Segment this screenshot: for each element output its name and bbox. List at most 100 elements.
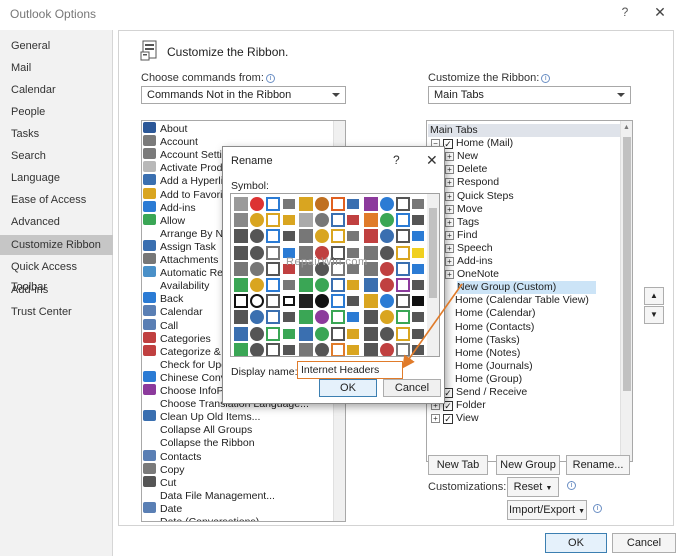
symbol-icon[interactable] bbox=[363, 326, 378, 341]
list-item[interactable]: Availability bbox=[143, 279, 209, 292]
list-item[interactable]: Categorize & M bbox=[143, 344, 232, 358]
list-item[interactable]: Add a Hyperlin bbox=[143, 174, 229, 187]
help-button[interactable]: ? bbox=[616, 5, 634, 21]
expand-icon[interactable]: + bbox=[431, 414, 440, 424]
symbol-icon[interactable] bbox=[396, 326, 410, 341]
list-item[interactable]: Call bbox=[143, 318, 178, 332]
tree-item[interactable]: New Group (Custom) bbox=[457, 281, 597, 295]
symbol-icon[interactable] bbox=[298, 294, 313, 309]
tree-item[interactable]: + Speech bbox=[445, 242, 493, 255]
tree-item[interactable]: + New bbox=[445, 150, 478, 163]
symbol-icon[interactable] bbox=[250, 326, 265, 341]
symbol-icon[interactable] bbox=[347, 296, 360, 307]
symbol-icon[interactable] bbox=[266, 310, 281, 325]
tree-scrollbar[interactable]: ▲ bbox=[620, 121, 632, 461]
symbol-icon[interactable] bbox=[331, 294, 346, 309]
expand-icon[interactable]: + bbox=[445, 217, 454, 227]
symbol-icon[interactable] bbox=[347, 199, 360, 209]
new-group-button[interactable]: New Group bbox=[496, 455, 560, 475]
symbol-icon[interactable] bbox=[298, 197, 313, 211]
symbol-icon[interactable] bbox=[347, 312, 360, 323]
symbol-icon[interactable] bbox=[234, 261, 248, 276]
tree-item[interactable]: Home (Calendar Table View) bbox=[455, 294, 589, 307]
nav-item-customize-ribbon[interactable]: Customize Ribbon bbox=[0, 235, 113, 255]
nav-item-search[interactable]: Search bbox=[0, 146, 113, 166]
move-up-button[interactable]: ▲ bbox=[644, 287, 664, 305]
symbol-icon[interactable] bbox=[315, 342, 329, 356]
tree-item[interactable]: + Add-ins bbox=[445, 255, 493, 268]
symbol-icon[interactable] bbox=[250, 245, 265, 260]
expand-icon[interactable]: + bbox=[445, 152, 454, 162]
symbol-icon[interactable] bbox=[331, 310, 346, 325]
symbol-scroll-thumb[interactable] bbox=[429, 208, 437, 298]
symbol-icon[interactable] bbox=[234, 213, 248, 228]
symbol-icon[interactable] bbox=[298, 310, 313, 325]
symbol-icon[interactable] bbox=[396, 197, 410, 211]
tree-item[interactable]: Home (Notes) bbox=[455, 347, 520, 360]
symbol-icon[interactable] bbox=[396, 213, 410, 228]
nav-item-quick-access-toolbar[interactable]: Quick Access Toolbar bbox=[0, 257, 113, 293]
symbol-icon[interactable] bbox=[282, 215, 295, 226]
tree-item[interactable]: + OneNote bbox=[445, 268, 499, 281]
symbol-icon[interactable] bbox=[396, 229, 410, 244]
symbol-icon[interactable] bbox=[363, 294, 378, 309]
nav-item-ease-of-access[interactable]: Ease of Access bbox=[0, 190, 113, 210]
move-down-button[interactable]: ▼ bbox=[644, 306, 664, 324]
list-item[interactable]: Contacts bbox=[143, 449, 201, 463]
symbol-icon[interactable] bbox=[379, 342, 394, 356]
symbol-icon[interactable] bbox=[412, 247, 425, 258]
list-item[interactable]: Calendar bbox=[143, 305, 203, 318]
tree-header[interactable]: Main Tabs bbox=[428, 124, 621, 137]
symbol-icon[interactable] bbox=[331, 213, 346, 228]
symbol-icon[interactable] bbox=[379, 229, 394, 244]
list-item[interactable]: Collapse the Ribbon bbox=[143, 436, 255, 449]
symbol-icon[interactable] bbox=[379, 245, 394, 260]
symbol-icon[interactable] bbox=[266, 229, 281, 244]
nav-item-add-ins[interactable]: Add-ins bbox=[0, 280, 113, 300]
list-item[interactable]: Collapse All Groups bbox=[143, 423, 252, 436]
symbol-icon[interactable] bbox=[331, 278, 346, 292]
symbol-icon[interactable] bbox=[379, 294, 394, 309]
symbol-icon[interactable] bbox=[396, 245, 410, 260]
symbol-icon[interactable] bbox=[331, 197, 346, 211]
nav-item-calendar[interactable]: Calendar bbox=[0, 80, 113, 100]
list-item[interactable]: Arrange By Na bbox=[143, 227, 229, 240]
symbol-icon[interactable] bbox=[315, 326, 329, 341]
symbol-icon[interactable] bbox=[234, 245, 248, 260]
symbol-icon[interactable] bbox=[282, 199, 295, 209]
list-item[interactable]: About bbox=[143, 122, 187, 135]
symbol-icon[interactable] bbox=[250, 342, 265, 356]
tree-item[interactable]: + Move bbox=[445, 203, 483, 216]
tree-item[interactable]: Home (Journals) bbox=[455, 360, 533, 373]
expand-icon[interactable]: + bbox=[445, 257, 454, 266]
symbol-icon[interactable] bbox=[234, 229, 248, 244]
nav-item-advanced[interactable]: Advanced bbox=[0, 212, 113, 232]
symbol-icon[interactable] bbox=[412, 296, 425, 307]
symbol-icon[interactable] bbox=[298, 213, 313, 228]
expand-icon[interactable]: + bbox=[445, 204, 454, 214]
symbol-icon[interactable] bbox=[412, 344, 425, 355]
expand-icon[interactable]: + bbox=[445, 178, 454, 188]
symbol-icon[interactable] bbox=[250, 213, 265, 228]
symbol-icon[interactable] bbox=[347, 215, 360, 226]
symbol-icon[interactable] bbox=[396, 261, 410, 276]
nav-item-tasks[interactable]: Tasks bbox=[0, 124, 113, 144]
symbol-icon[interactable] bbox=[282, 231, 295, 242]
expand-icon[interactable]: + bbox=[445, 243, 454, 253]
new-tab-button[interactable]: New Tab bbox=[428, 455, 488, 475]
list-item[interactable]: Attachments bbox=[143, 253, 218, 266]
symbol-icon[interactable] bbox=[412, 328, 425, 339]
symbol-grid[interactable] bbox=[230, 193, 440, 357]
symbol-icon[interactable] bbox=[379, 278, 394, 292]
symbol-icon[interactable] bbox=[379, 261, 394, 276]
expand-icon[interactable]: + bbox=[445, 270, 454, 280]
symbol-icon[interactable] bbox=[266, 261, 281, 276]
symbol-icon[interactable] bbox=[298, 342, 313, 356]
symbol-icon[interactable] bbox=[234, 342, 248, 356]
tree-item[interactable]: + Respond bbox=[445, 176, 499, 189]
tree-item[interactable]: + Find bbox=[445, 229, 477, 242]
symbol-icon[interactable] bbox=[266, 326, 281, 341]
symbol-icon[interactable] bbox=[363, 229, 378, 244]
symbol-icon[interactable] bbox=[347, 328, 360, 339]
nav-item-general[interactable]: General bbox=[0, 36, 113, 56]
